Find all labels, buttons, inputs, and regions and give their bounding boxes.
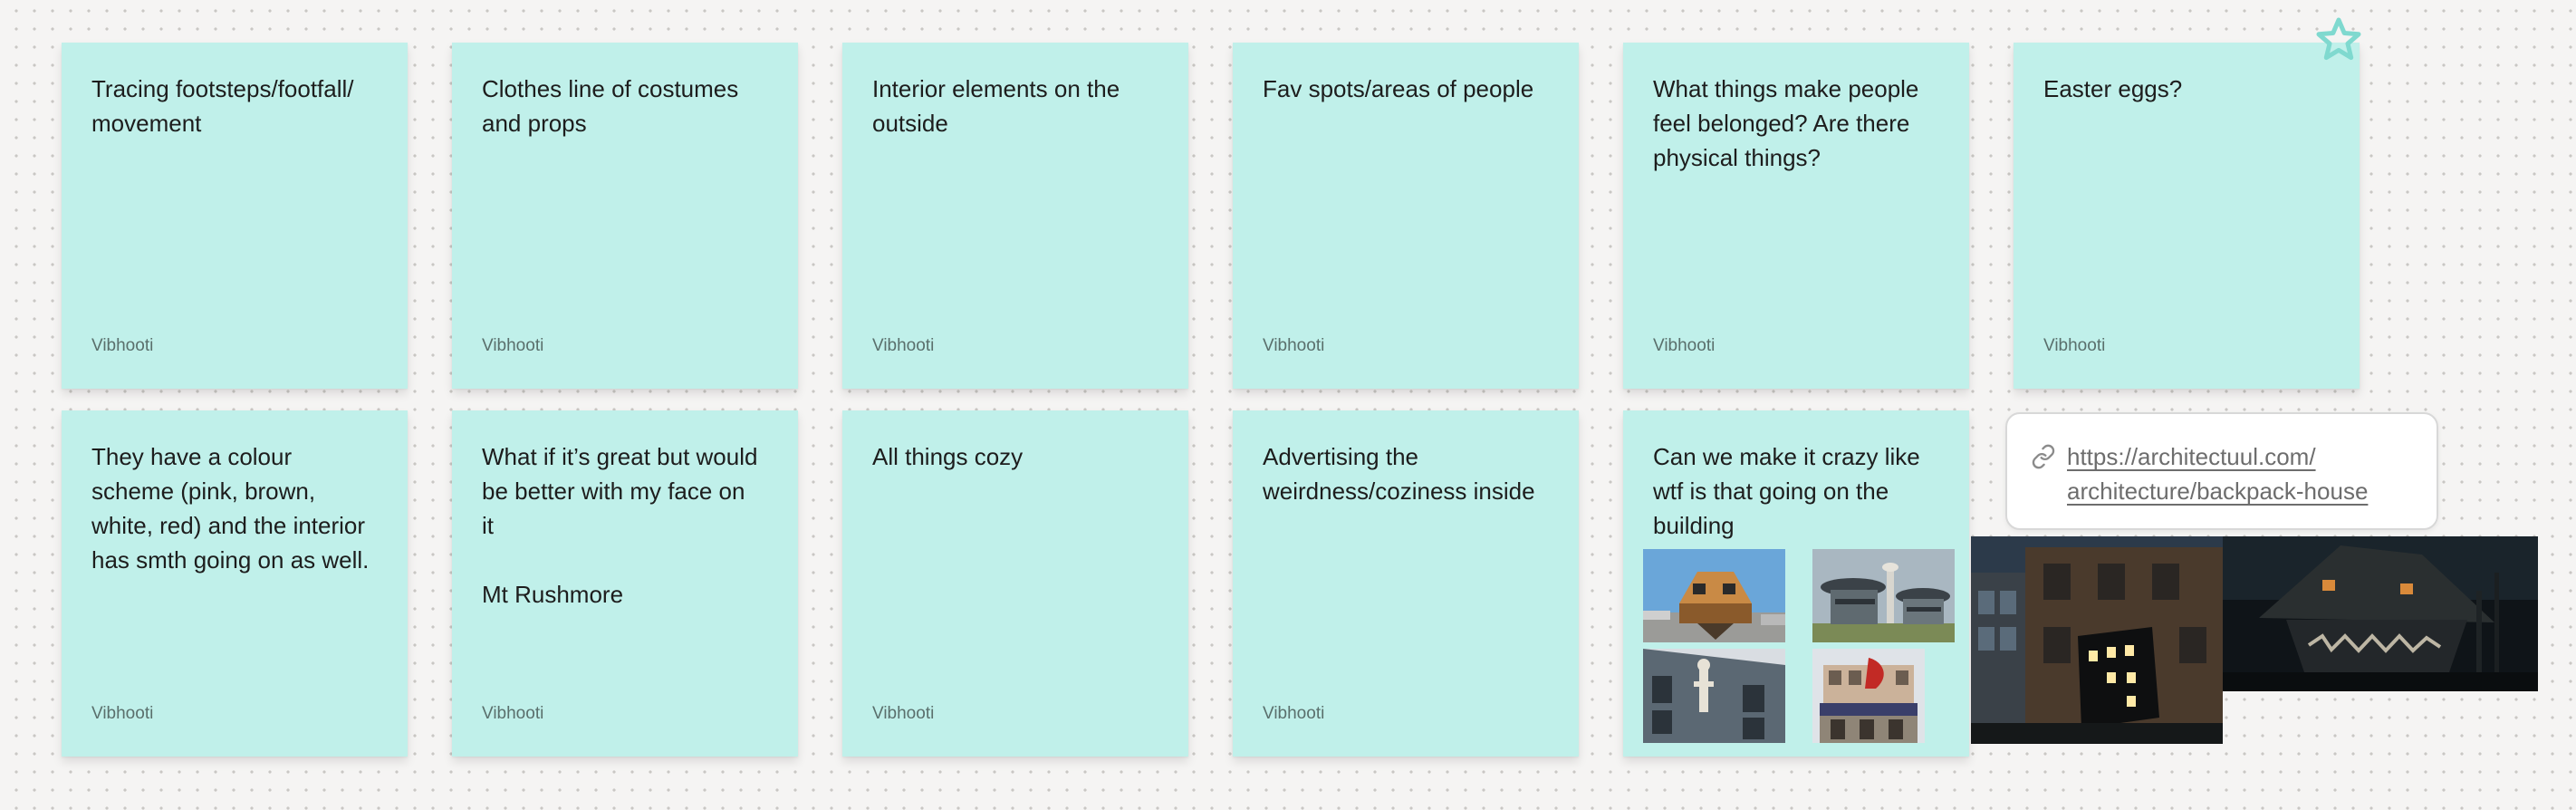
sticky-note[interactable]: Interior elements on the outside Vibhoot…: [842, 43, 1188, 389]
note-author: Vibhooti: [1263, 704, 1325, 723]
sticky-note[interactable]: All things cozy Vibhooti: [842, 410, 1188, 757]
sticky-note[interactable]: What things make people feel belonged? A…: [1623, 43, 1969, 389]
note-author: Vibhooti: [482, 336, 544, 355]
theatre-facade-image: [1812, 649, 1925, 743]
upside-down-house-photo[interactable]: [1643, 549, 1785, 642]
futuristic-building-photo[interactable]: [1812, 549, 1955, 642]
star-icon[interactable]: [2312, 14, 2366, 69]
note-author: Vibhooti: [91, 336, 154, 355]
wall-sculpture-building-image: [1643, 649, 1785, 743]
note-author: Vibhooti: [482, 704, 544, 723]
upside-down-house-image: [1643, 549, 1785, 642]
note-author: Vibhooti: [872, 704, 935, 723]
note-text: Interior elements on the outside: [872, 75, 1120, 137]
sticky-note[interactable]: Fav spots/areas of people Vibhooti: [1233, 43, 1579, 389]
backpack-house-photo[interactable]: [1971, 536, 2223, 744]
note-text: Easter eggs?: [2043, 75, 2183, 102]
note-text: Fav spots/areas of people: [1263, 75, 1534, 102]
note-author: Vibhooti: [91, 704, 154, 723]
note-author: Vibhooti: [1263, 336, 1325, 355]
sticky-note[interactable]: Tracing footsteps/footfall/ movement Vib…: [62, 43, 408, 389]
link-url[interactable]: https://architectuul.com/ architecture/b…: [2067, 439, 2411, 508]
note-text: Tracing footsteps/footfall/ movement: [91, 75, 354, 137]
note-text: What if it’s great but would be better w…: [482, 443, 758, 608]
sticky-note[interactable]: They have a colour scheme (pink, brown, …: [62, 410, 408, 757]
note-author: Vibhooti: [872, 336, 935, 355]
sticky-note[interactable]: Easter eggs? Vibhooti: [2014, 43, 2360, 389]
note-author: Vibhooti: [2043, 336, 2106, 355]
monster-house-image: [2223, 536, 2538, 691]
theatre-facade-photo[interactable]: [1812, 649, 1925, 743]
link-icon: [2031, 444, 2056, 469]
note-text: Clothes line of costumes and props: [482, 75, 739, 137]
note-author: Vibhooti: [1653, 336, 1716, 355]
wall-sculpture-building-photo[interactable]: [1643, 649, 1785, 743]
link-card[interactable]: https://architectuul.com/ architecture/b…: [2005, 412, 2438, 530]
monster-house-photo[interactable]: [2223, 536, 2538, 691]
note-text: Can we make it crazy like wtf is that go…: [1653, 443, 1920, 539]
sticky-note[interactable]: Clothes line of costumes and props Vibho…: [452, 43, 798, 389]
sticky-note[interactable]: What if it’s great but would be better w…: [452, 410, 798, 757]
note-text: They have a colour scheme (pink, brown, …: [91, 443, 370, 574]
backpack-house-image: [1971, 536, 2223, 744]
note-text: All things cozy: [872, 443, 1024, 470]
note-text: Advertising the weirdness/coziness insid…: [1263, 443, 1535, 505]
note-text: What things make people feel belonged? A…: [1653, 75, 1919, 171]
sticky-note[interactable]: Advertising the weirdness/coziness insid…: [1233, 410, 1579, 757]
futuristic-building-image: [1812, 549, 1955, 642]
